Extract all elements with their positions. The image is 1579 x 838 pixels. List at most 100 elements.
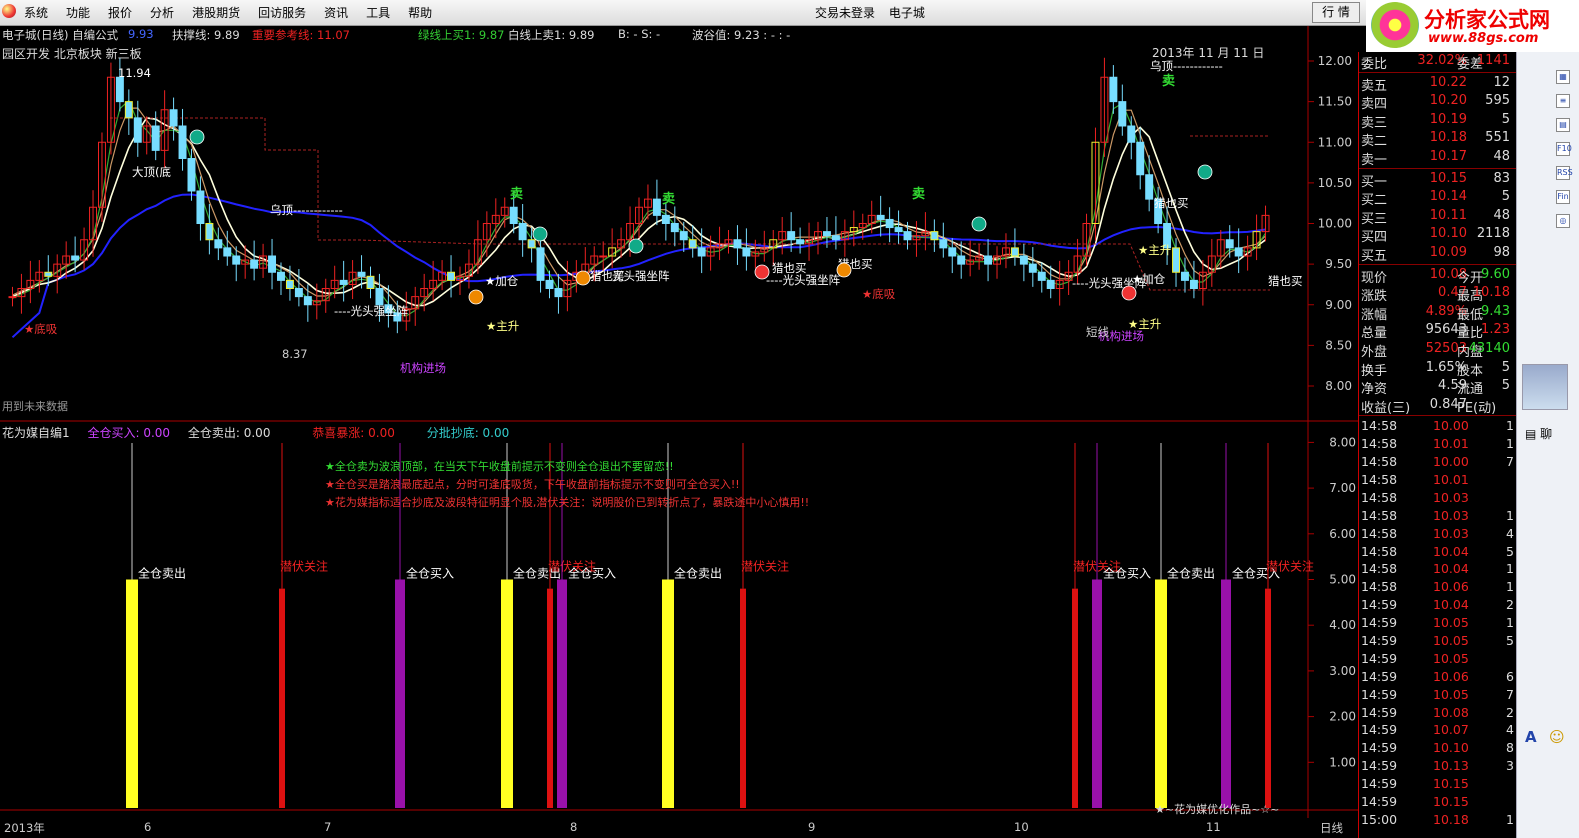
- surge-value: 恭喜暴涨: 0.00: [312, 426, 395, 440]
- quote-value: 10.20: [1429, 93, 1467, 109]
- list-icon[interactable]: ≡: [1556, 94, 1570, 108]
- chart-annotation: 猎也买: [590, 269, 625, 283]
- sector-tags: 园区开发 北京板块 新三板: [2, 47, 142, 61]
- tick-row: 14:59 10.05 1: [1359, 614, 1516, 632]
- menu-item-1[interactable]: 功能: [66, 4, 90, 21]
- sell-flag-label: 卖: [912, 186, 925, 202]
- chart-annotation: 猎也买: [772, 261, 807, 275]
- signal-marker-icon: [1121, 285, 1137, 301]
- tick-time: 14:59: [1361, 615, 1398, 631]
- sell-level-row: 卖一 10.17 48: [1359, 148, 1516, 168]
- main-y-tick: 8.00: [1325, 379, 1352, 393]
- rss-icon[interactable]: RSS: [1556, 166, 1573, 180]
- quote-value: 10.18: [1472, 285, 1510, 301]
- tick-price: 10.13: [1433, 758, 1469, 774]
- menu-item-4[interactable]: 港股期货: [192, 4, 240, 21]
- menu-item-7[interactable]: 工具: [366, 4, 390, 21]
- candle: [957, 255, 966, 265]
- chart-annotation: ★主升: [486, 319, 519, 333]
- menu-item-3[interactable]: 分析: [150, 4, 174, 21]
- batch-bottom-value: 分批抄底: 0.00: [426, 426, 510, 440]
- main-y-tick: 9.50: [1325, 257, 1352, 271]
- quote-label: 总量: [1361, 326, 1388, 342]
- signal-marker-icon: [836, 262, 852, 278]
- quote-label: PE(动): [1457, 400, 1497, 416]
- chart-icon[interactable]: ▦: [1556, 70, 1570, 84]
- tick-row: 14:58 10.01 1: [1359, 435, 1516, 453]
- candle: [599, 255, 608, 258]
- chat-label: 聊: [1540, 427, 1553, 441]
- quote-value: 5: [1501, 378, 1510, 394]
- candle: [1109, 76, 1118, 103]
- signal-bar: [662, 579, 674, 808]
- app-logo-icon[interactable]: [2, 4, 16, 18]
- tick-time: 14:58: [1361, 507, 1398, 523]
- menu-item-0[interactable]: 系统: [24, 4, 48, 21]
- chart-annotation: 猎也买: [1268, 274, 1303, 288]
- candle: [1019, 255, 1028, 265]
- candle: [8, 296, 17, 299]
- candle: [822, 231, 831, 237]
- chat-button[interactable]: ▤ 聊: [1525, 425, 1552, 442]
- quote-value: 10.18: [1429, 130, 1467, 146]
- sub-y-tick: 5.00: [1329, 573, 1356, 587]
- candle: [948, 247, 957, 257]
- tick-row: 14:59 10.06 6: [1359, 668, 1516, 686]
- sell-all-value: 全仓卖出: 0.00: [187, 426, 271, 440]
- tick-volume: 1: [1506, 436, 1514, 452]
- buy-level-row: 买三 10.11 48: [1359, 207, 1516, 227]
- sub-y-tick: 1.00: [1329, 755, 1356, 769]
- quote-mode-button[interactable]: 行 情: [1312, 2, 1360, 23]
- quote-panel: 委比 32.02% 委差 1141 卖五 10.22 12 卖四 10.20 595 卖三 10.19…: [1358, 52, 1516, 838]
- quote-label: 卖一: [1361, 152, 1388, 168]
- time-axis-label: 2013年: [4, 821, 45, 835]
- menu-item-5[interactable]: 回访服务: [258, 4, 306, 21]
- quote-label: 买三: [1361, 211, 1388, 227]
- quote-value: 83: [1493, 170, 1510, 186]
- tick-volume: 4: [1506, 722, 1514, 738]
- time-axis-label: 9: [808, 820, 816, 834]
- chart-annotation: ----光头强坐阵: [766, 273, 841, 287]
- brand-banner[interactable]: 分析家公式网 www.88gs.com: [1366, 0, 1579, 52]
- menu-item-8[interactable]: 帮助: [408, 4, 432, 21]
- handshake-icon[interactable]: [1522, 364, 1568, 410]
- stat-row: 涨幅 4.89% 最低 9.43: [1359, 303, 1516, 323]
- candle: [1145, 174, 1154, 200]
- sell-level-row: 卖三 10.19 5: [1359, 111, 1516, 131]
- tick-time: 14:58: [1361, 579, 1398, 595]
- signal-bar: [279, 588, 285, 808]
- table-icon[interactable]: ▤: [1556, 118, 1570, 132]
- menu-item-2[interactable]: 报价: [108, 4, 132, 21]
- chart-annotation: 8.37: [282, 347, 308, 361]
- candle: [1046, 279, 1055, 289]
- tick-price: 10.05: [1433, 632, 1469, 648]
- signal-bar: [395, 579, 405, 808]
- emoji-icon[interactable]: ☺: [1549, 728, 1565, 746]
- chart-annotation: 大顶(底: [132, 165, 171, 179]
- tick-volume: 6: [1506, 668, 1514, 684]
- news-icon[interactable]: ◎: [1556, 214, 1570, 228]
- quote-value: 10.15: [1429, 170, 1467, 186]
- chart-annotation: 猎也买: [1154, 196, 1189, 210]
- tick-price: 10.04: [1433, 561, 1469, 577]
- f10-icon[interactable]: F10: [1556, 142, 1572, 156]
- tick-volume: 4: [1506, 525, 1514, 541]
- login-status[interactable]: 交易未登录: [815, 6, 875, 20]
- candle: [1127, 125, 1136, 143]
- tick-volume: 1: [1506, 507, 1514, 523]
- main-y-tick: 10.50: [1318, 176, 1352, 190]
- main-y-tick: 9.00: [1325, 298, 1352, 312]
- main-y-tick: 11.00: [1318, 135, 1352, 149]
- tick-time: 14:58: [1361, 543, 1398, 559]
- candle: [742, 247, 751, 257]
- tick-price: 10.01: [1433, 436, 1469, 452]
- menu-item-6[interactable]: 资讯: [324, 4, 348, 21]
- sub-indicator-name[interactable]: 花为媒自编1: [2, 426, 70, 440]
- quote-label: 卖四: [1361, 97, 1388, 113]
- white-sell-value: 白线上卖1: 9.89: [508, 28, 595, 42]
- quote-value: 98: [1493, 244, 1510, 260]
- tick-price: 10.07: [1433, 722, 1469, 738]
- fin-icon[interactable]: Fin: [1556, 190, 1570, 204]
- font-size-icon[interactable]: A: [1525, 728, 1537, 746]
- period-label[interactable]: 日线: [1320, 820, 1343, 836]
